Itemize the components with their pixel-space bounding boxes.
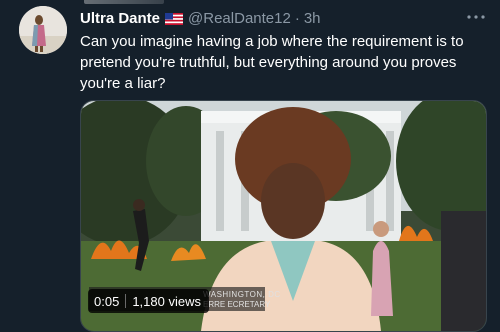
video-stats-badge: 0:05 1,180 views [88, 289, 209, 313]
badge-divider [125, 294, 127, 308]
chyron-location: WASHINGTON, DC [203, 290, 281, 299]
video-views: 1,180 views [132, 293, 201, 309]
timestamp[interactable]: 3h [304, 10, 321, 27]
more-icon[interactable] [464, 8, 488, 26]
author-name[interactable]: Ultra Dante [80, 10, 160, 27]
chyron-title-text: ECRETARY [227, 300, 271, 309]
author-handle[interactable]: @RealDante12 [188, 10, 291, 27]
tweet-text: Can you imagine having a job where the r… [80, 33, 464, 92]
separator-dot: · [294, 9, 300, 27]
chyron-name: ERRE ECRETARY [203, 300, 270, 310]
tweet[interactable]: Ultra Dante @RealDante12 · 3h Can you im… [0, 0, 500, 332]
us-flag-icon [165, 12, 184, 25]
video-duration: 0:05 [94, 293, 120, 309]
avatar[interactable] [19, 6, 67, 54]
previous-tweet-fragment [84, 0, 164, 4]
tweet-header: Ultra Dante @RealDante12 · 3h [80, 8, 490, 28]
